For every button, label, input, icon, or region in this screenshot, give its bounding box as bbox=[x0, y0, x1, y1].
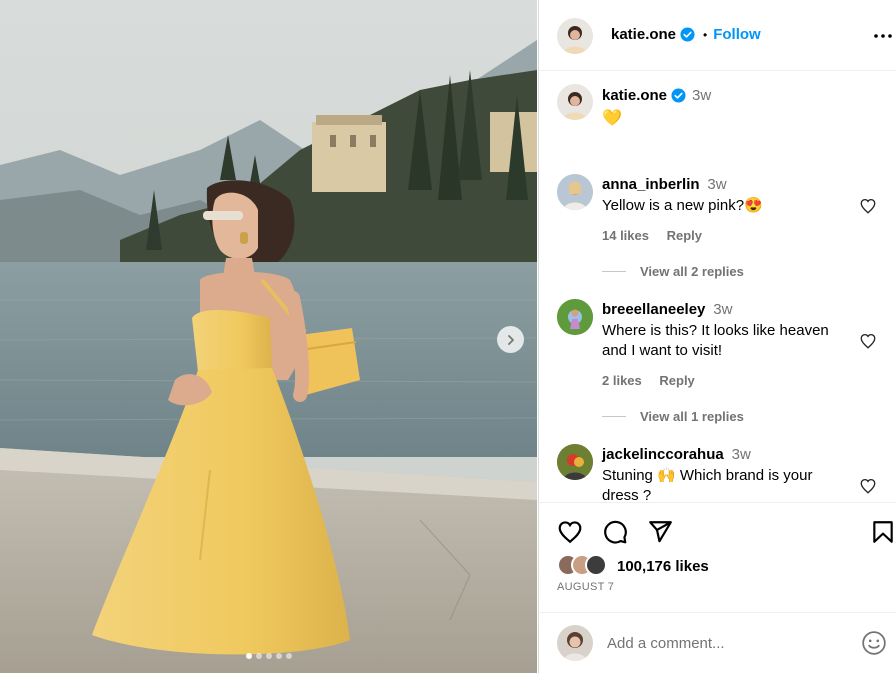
view-replies-button[interactable]: View all 2 replies bbox=[602, 264, 744, 279]
caption-avatar[interactable] bbox=[557, 84, 593, 120]
comment-item: breeellaneeley 3w Where is this? It look… bbox=[539, 297, 896, 424]
post-media[interactable] bbox=[0, 0, 537, 673]
liker-avatar bbox=[585, 554, 607, 576]
caption-time: 3w bbox=[692, 87, 712, 104]
comment-meta: 2 likes Reply bbox=[602, 373, 709, 388]
commenter-avatar[interactable] bbox=[557, 299, 593, 335]
comment-like-icon[interactable] bbox=[859, 332, 877, 350]
comment-time: 3w bbox=[713, 301, 733, 318]
caption: katie.one 3w 💛 bbox=[602, 87, 711, 128]
comments-list[interactable]: katie.one 3w 💛 anna_inberlin 3w Yellow i… bbox=[539, 72, 896, 502]
post-side-panel: katie.one • Follow katie.one 3w 💛 anna_i… bbox=[538, 0, 896, 673]
view-replies-label: View all 2 replies bbox=[640, 264, 744, 279]
commenter-avatar[interactable] bbox=[557, 444, 593, 480]
add-comment-bar bbox=[539, 612, 896, 673]
heart-icon[interactable] bbox=[557, 519, 583, 545]
author-username[interactable]: katie.one bbox=[611, 26, 676, 43]
caption-username[interactable]: katie.one bbox=[602, 87, 667, 104]
carousel-dot bbox=[255, 653, 262, 659]
caption-text: 💛 bbox=[602, 110, 622, 127]
comment-input[interactable] bbox=[607, 631, 847, 655]
comment-icon[interactable] bbox=[602, 519, 628, 545]
comment-meta: 14 likes Reply bbox=[602, 228, 716, 243]
verified-badge-icon bbox=[671, 88, 686, 103]
comment-like-icon[interactable] bbox=[859, 477, 877, 495]
carousel-dot bbox=[275, 653, 282, 659]
follow-button[interactable]: Follow bbox=[713, 26, 761, 43]
liked-by-avatars[interactable] bbox=[557, 554, 613, 576]
verified-badge-icon bbox=[680, 27, 695, 42]
comment-text: Where is this? It looks like heaven and … bbox=[602, 322, 829, 359]
comment-username[interactable]: anna_inberlin bbox=[602, 176, 700, 193]
comment-reply-button[interactable]: Reply bbox=[659, 373, 694, 388]
header-separator: • bbox=[703, 27, 708, 42]
comment-time: 3w bbox=[731, 446, 751, 463]
comment-reply-button[interactable]: Reply bbox=[667, 228, 702, 243]
emoji-icon[interactable] bbox=[861, 630, 887, 656]
comment-time: 3w bbox=[707, 176, 727, 193]
post-photo bbox=[0, 0, 537, 673]
post-header: katie.one • Follow bbox=[539, 0, 896, 71]
post-actions: 100,176 likes AUGUST 7 bbox=[539, 502, 896, 622]
comment-like-icon[interactable] bbox=[859, 197, 877, 215]
chevron-right-icon bbox=[507, 334, 514, 345]
post-date[interactable]: AUGUST 7 bbox=[557, 581, 614, 593]
next-photo-button[interactable] bbox=[497, 326, 524, 353]
comment-likes[interactable]: 2 likes bbox=[602, 373, 642, 388]
author-avatar[interactable] bbox=[557, 18, 593, 54]
current-user-avatar bbox=[557, 625, 593, 661]
comment-text: Yellow is a new pink?😍 bbox=[602, 197, 763, 214]
comment-likes[interactable]: 14 likes bbox=[602, 228, 649, 243]
comment-item: anna_inberlin 3w Yellow is a new pink?😍 … bbox=[539, 172, 896, 282]
likes-count[interactable]: 100,176 likes bbox=[617, 558, 709, 575]
comment-username[interactable]: breeellaneeley bbox=[602, 301, 705, 318]
comment-item: jackelinccorahua 3w Stuning 🙌 Which bran… bbox=[539, 442, 896, 502]
carousel-dot bbox=[265, 653, 272, 659]
view-replies-label: View all 1 replies bbox=[640, 409, 744, 424]
comment-text: Stuning 🙌 Which brand is your dress ? bbox=[602, 467, 813, 502]
share-icon[interactable] bbox=[647, 519, 673, 545]
carousel-indicator bbox=[0, 653, 537, 659]
comment-username[interactable]: jackelinccorahua bbox=[602, 446, 724, 463]
bookmark-icon[interactable] bbox=[870, 519, 896, 545]
carousel-dot bbox=[285, 653, 292, 659]
commenter-avatar[interactable] bbox=[557, 174, 593, 210]
more-options-icon[interactable] bbox=[873, 26, 893, 46]
view-replies-button[interactable]: View all 1 replies bbox=[602, 409, 744, 424]
carousel-dot bbox=[245, 653, 252, 659]
